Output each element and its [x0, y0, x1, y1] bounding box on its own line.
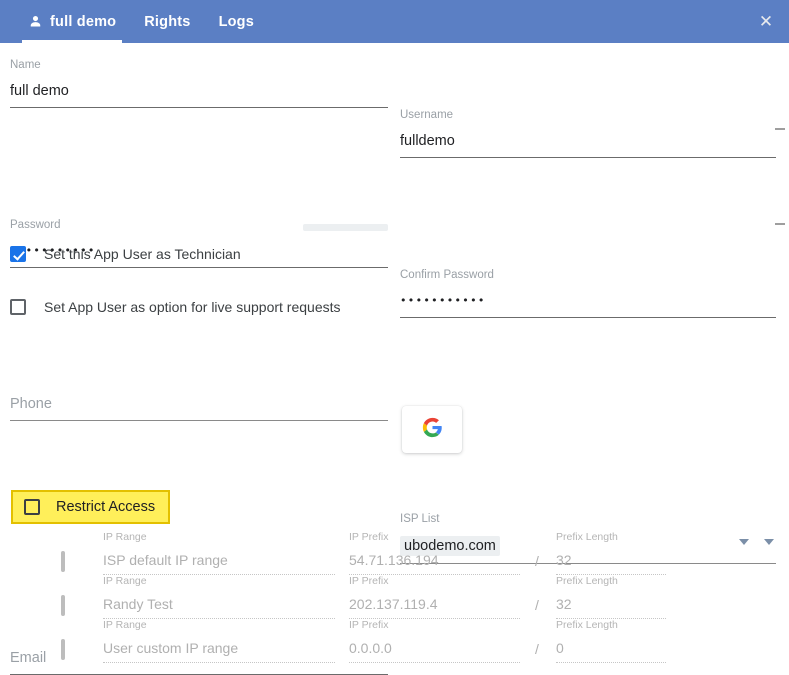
ip-prefix-label: IP Prefix: [349, 531, 389, 543]
phone-underline: [10, 420, 388, 421]
prefix-length-cell[interactable]: Prefix Length 0: [556, 619, 666, 663]
tab-rights[interactable]: Rights: [130, 0, 204, 43]
technician-checkbox-label: Set this App User as Technician: [44, 246, 241, 262]
name-label: Name: [10, 59, 41, 71]
phone-input[interactable]: Phone: [10, 395, 388, 420]
prefix-length-input[interactable]: 32: [556, 543, 666, 574]
ip-range-input[interactable]: User custom IP range: [103, 631, 335, 662]
ip-prefix-label: IP Prefix: [349, 575, 389, 587]
checkbox-icon[interactable]: [61, 639, 65, 660]
technician-checkbox-row[interactable]: Set this App User as Technician: [10, 246, 388, 262]
scroll-mark: [775, 223, 785, 225]
checkbox-icon[interactable]: [61, 551, 65, 572]
confirm-password-label: Confirm Password: [400, 269, 494, 281]
dialog-header: full demo Rights Logs ✕: [0, 0, 789, 43]
table-row[interactable]: IP Range User custom IP range IP Prefix …: [0, 619, 789, 663]
slash-separator: /: [535, 641, 539, 657]
tab-label: Rights: [144, 13, 191, 30]
checkbox-icon[interactable]: [10, 299, 26, 315]
cell-underline: [349, 662, 520, 663]
prefix-length-cell[interactable]: Prefix Length 32: [556, 531, 666, 575]
ip-prefix-input[interactable]: 0.0.0.0: [349, 631, 520, 662]
cell-underline: [556, 662, 666, 663]
ip-range-cell[interactable]: IP Range User custom IP range: [103, 619, 335, 663]
name-input[interactable]: full demo: [10, 82, 388, 107]
restrict-access-row[interactable]: Restrict Access: [11, 490, 171, 524]
prefix-length-input[interactable]: 32: [556, 587, 666, 618]
name-underline: [10, 107, 388, 108]
row-checkbox[interactable]: [61, 639, 65, 660]
row-checkbox[interactable]: [61, 551, 65, 572]
confirm-password-field[interactable]: Confirm Password •••••••••••: [400, 268, 776, 318]
row-checkbox[interactable]: [61, 595, 65, 616]
slash-separator: /: [535, 597, 539, 613]
username-underline: [400, 157, 776, 158]
close-icon[interactable]: ✕: [753, 9, 779, 35]
phone-field[interactable]: Phone: [10, 395, 388, 421]
password-underline: [10, 267, 388, 268]
ip-restriction-table: IP Range ISP default IP range IP Prefix …: [0, 531, 789, 663]
ip-range-input[interactable]: ISP default IP range: [103, 543, 335, 574]
prefix-length-label: Prefix Length: [556, 531, 618, 543]
ip-range-cell[interactable]: IP Range Randy Test: [103, 575, 335, 619]
prefix-length-cell[interactable]: Prefix Length 32: [556, 575, 666, 619]
live-support-checkbox-row[interactable]: Set App User as option for live support …: [10, 299, 388, 315]
tab-label: Logs: [218, 13, 254, 30]
username-label: Username: [400, 109, 454, 121]
ip-range-label: IP Range: [103, 575, 147, 587]
ip-range-input[interactable]: Randy Test: [103, 587, 335, 618]
tab-bar: full demo Rights Logs: [0, 0, 268, 43]
cell-underline: [103, 662, 335, 663]
checkbox-icon[interactable]: [10, 246, 26, 262]
person-icon: [28, 14, 43, 29]
ip-prefix-input[interactable]: 54.71.136.194: [349, 543, 520, 574]
slash-separator: /: [535, 553, 539, 569]
confirm-password-underline: [400, 317, 776, 318]
live-support-checkbox-label: Set App User as option for live support …: [44, 299, 341, 315]
google-signin-button[interactable]: [402, 406, 462, 453]
prefix-length-input[interactable]: 0: [556, 631, 666, 662]
ip-range-label: IP Range: [103, 531, 147, 543]
isp-list-label: ISP List: [400, 513, 440, 525]
username-input[interactable]: fulldemo: [400, 132, 776, 157]
tab-full-demo[interactable]: full demo: [14, 0, 130, 43]
google-logo-icon: [422, 417, 443, 443]
table-row[interactable]: IP Range ISP default IP range IP Prefix …: [0, 531, 789, 575]
ip-prefix-input[interactable]: 202.137.119.4: [349, 587, 520, 618]
username-field[interactable]: Username fulldemo: [400, 108, 776, 158]
ip-prefix-cell[interactable]: IP Prefix 54.71.136.194: [349, 531, 520, 575]
password-strength-meter: [303, 224, 388, 231]
checkbox-icon[interactable]: [24, 499, 40, 515]
scroll-mark: [775, 128, 785, 130]
ip-prefix-cell[interactable]: IP Prefix 0.0.0.0: [349, 619, 520, 663]
tab-logs[interactable]: Logs: [205, 0, 268, 43]
checkbox-icon[interactable]: [61, 595, 65, 616]
table-row[interactable]: IP Range Randy Test IP Prefix 202.137.11…: [0, 575, 789, 619]
ip-range-label: IP Range: [103, 619, 147, 631]
dialog-body: Name full demo Username fulldemo Passwor…: [0, 43, 789, 675]
ip-range-cell[interactable]: IP Range ISP default IP range: [103, 531, 335, 575]
confirm-password-input[interactable]: •••••••••••: [400, 292, 776, 317]
prefix-length-label: Prefix Length: [556, 619, 618, 631]
tab-label: full demo: [50, 13, 117, 30]
name-field[interactable]: Name full demo: [10, 58, 388, 108]
prefix-length-label: Prefix Length: [556, 575, 618, 587]
ip-prefix-cell[interactable]: IP Prefix 202.137.119.4: [349, 575, 520, 619]
restrict-access-label: Restrict Access: [56, 499, 156, 515]
ip-prefix-label: IP Prefix: [349, 619, 389, 631]
